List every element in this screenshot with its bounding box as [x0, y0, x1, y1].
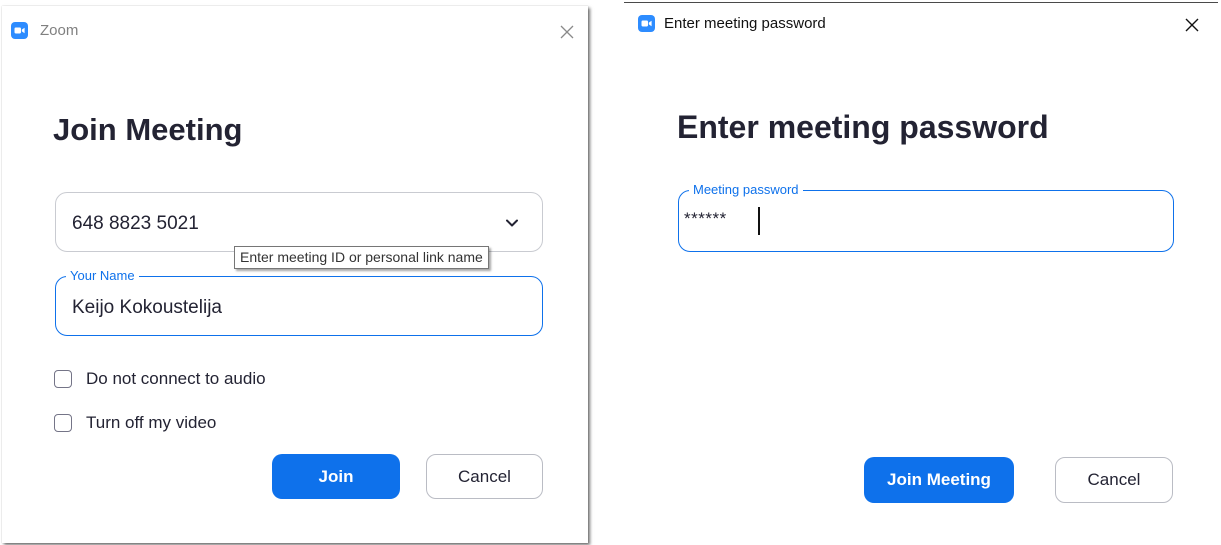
title-bar: Zoom: [2, 6, 588, 50]
cancel-button[interactable]: Cancel: [1055, 457, 1173, 503]
meeting-id-value: 648 8823 5021: [72, 213, 199, 234]
title-bar: Enter meeting password: [624, 3, 1218, 47]
page-title: Join Meeting: [53, 112, 243, 147]
your-name-field[interactable]: Your Name Keijo Kokoustelija: [55, 268, 543, 336]
meeting-password-label: Meeting password: [689, 182, 803, 198]
close-icon: [1185, 18, 1199, 32]
your-name-value: Keijo Kokoustelija: [72, 297, 222, 318]
join-meeting-window: Zoom Join Meeting 648 8823 5021 Enter me…: [2, 6, 588, 543]
window-title: Enter meeting password: [664, 15, 826, 32]
meeting-password-value: ******: [684, 209, 727, 228]
screenshot-canvas: Zoom Join Meeting 648 8823 5021 Enter me…: [0, 0, 1221, 545]
chevron-down-icon[interactable]: [505, 218, 519, 228]
turn-off-video-label: Turn off my video: [86, 413, 217, 432]
meeting-password-window: Enter meeting password Enter meeting pas…: [624, 2, 1218, 543]
your-name-label: Your Name: [66, 268, 139, 284]
zoom-app-icon: [11, 22, 28, 39]
meeting-id-combobox[interactable]: 648 8823 5021: [55, 192, 543, 252]
text-cursor: [758, 207, 760, 235]
close-icon: [560, 25, 574, 39]
close-button[interactable]: [1177, 10, 1207, 40]
window-title: Zoom: [40, 22, 79, 39]
cancel-button[interactable]: Cancel: [426, 454, 543, 499]
zoom-app-icon: [638, 15, 655, 32]
meeting-password-field[interactable]: Meeting password ******: [678, 182, 1174, 252]
page-title: Enter meeting password: [677, 109, 1049, 145]
no-audio-label: Do not connect to audio: [86, 369, 266, 388]
option-no-audio[interactable]: Do not connect to audio: [54, 369, 266, 389]
meeting-id-tooltip: Enter meeting ID or personal link name: [234, 246, 489, 269]
option-turn-off-video[interactable]: Turn off my video: [54, 413, 216, 433]
no-audio-checkbox[interactable]: [54, 370, 72, 388]
join-meeting-button[interactable]: Join Meeting: [864, 457, 1014, 503]
turn-off-video-checkbox[interactable]: [54, 414, 72, 432]
join-button[interactable]: Join: [272, 454, 400, 499]
close-button[interactable]: [552, 17, 582, 47]
